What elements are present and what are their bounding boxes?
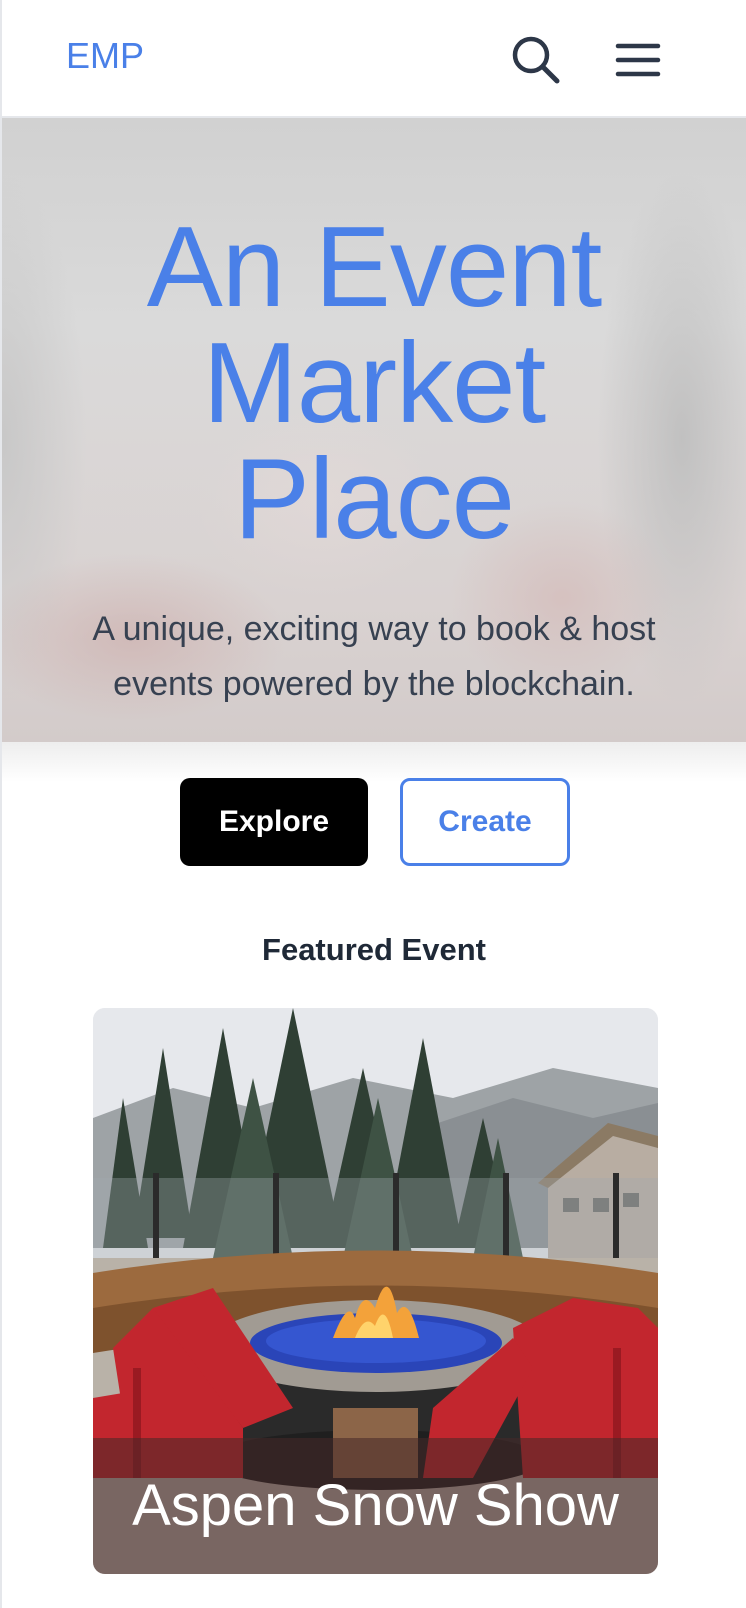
featured-event-card[interactable]: Aspen Snow Show — [93, 1008, 658, 1574]
explore-button[interactable]: Explore — [180, 778, 368, 866]
hero-title-line: Market — [202, 320, 546, 447]
hero-fade — [2, 742, 746, 782]
hero-title-line: An Event — [146, 204, 603, 331]
hero-section: An Event Market Place A unique, exciting… — [2, 118, 746, 742]
hero-subtitle: A unique, exciting way to book & host ev… — [92, 610, 656, 703]
top-nav-bar: EMP — [2, 0, 746, 118]
menu-button[interactable] — [610, 32, 666, 88]
page: EMP An Event Market Place A unique, exci… — [0, 0, 746, 1608]
featured-event-heading: Featured Event — [262, 932, 486, 967]
search-icon — [512, 36, 560, 84]
hero-title-line: Place — [233, 436, 515, 563]
create-button[interactable]: Create — [400, 778, 570, 866]
event-caption: Aspen Snow Show — [93, 1438, 658, 1574]
event-title: Aspen Snow Show — [132, 1473, 619, 1538]
hamburger-menu-icon — [615, 43, 661, 77]
brand-logo-link[interactable]: EMP — [66, 36, 144, 76]
cta-button-row: Explore Create — [2, 778, 746, 866]
hero-title: An Event Market Place — [2, 210, 746, 558]
search-button[interactable] — [508, 32, 564, 88]
